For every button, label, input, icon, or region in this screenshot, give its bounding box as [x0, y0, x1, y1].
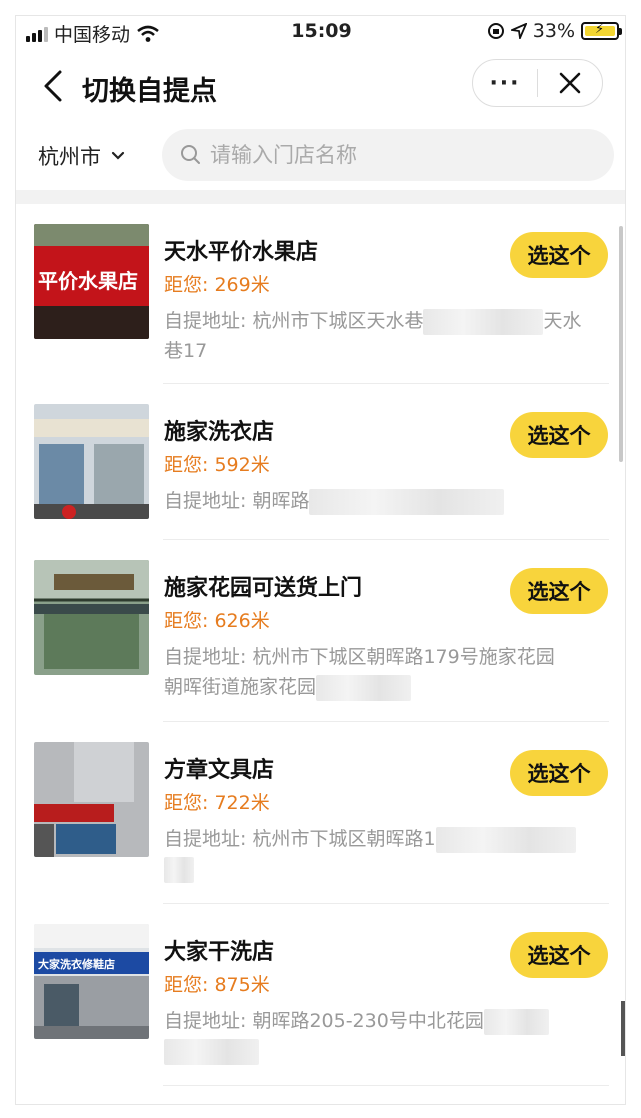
redacted-text [483, 1008, 549, 1035]
store-distance: 距您: 722米 [164, 792, 270, 814]
store-photo: 平价水果店 [34, 224, 149, 339]
select-store-button[interactable]: 选这个 [510, 750, 608, 796]
store-item[interactable]: 方章文具店 距您: 722米 自提地址: 杭州市下城区朝晖路1 选这个 [16, 722, 625, 904]
shop-sign: 平价水果店 [38, 269, 138, 293]
redacted-text [435, 826, 576, 853]
store-distance: 距您: 592米 [164, 454, 270, 476]
battery-icon: ⚡ [581, 22, 622, 40]
search-box [162, 129, 614, 181]
address-text: 自提地址: 朝晖路 [164, 490, 310, 512]
store-distance: 距您: 626米 [164, 610, 270, 632]
address-text: 自提地址: 杭州市下城区天水巷 [164, 310, 424, 332]
nav-bar: 切换自提点 ··· [16, 56, 625, 116]
address-line2: 巷17 [164, 340, 208, 362]
close-icon [559, 72, 581, 94]
address-text: 自提地址: 杭州市下城区朝晖路1 [164, 828, 436, 850]
city-label: 杭州市 [38, 145, 101, 169]
store-list: 平价水果店 天水平价水果店 距您: 269米 自提地址: 杭州市下城区天水巷 天水… [16, 204, 625, 1086]
close-button[interactable] [538, 59, 602, 107]
chevron-down-icon [111, 151, 125, 160]
shop-sign: 大家洗衣修鞋店 [38, 957, 115, 971]
store-name: 大家干洗店 [164, 940, 275, 965]
store-photo [34, 560, 149, 675]
address-tail: 天水 [543, 310, 582, 332]
store-address: 自提地址: 杭州市下城区朝晖路179号施家花园 朝晖街道施家花园 [164, 642, 604, 702]
back-icon[interactable] [36, 66, 76, 106]
store-distance: 距您: 875米 [164, 974, 270, 996]
store-item[interactable]: 平价水果店 天水平价水果店 距您: 269米 自提地址: 杭州市下城区天水巷 天水… [16, 204, 625, 384]
select-store-button[interactable]: 选这个 [510, 232, 608, 278]
store-name: 施家花园可送货上门 [164, 576, 363, 601]
edge-handle [621, 1001, 625, 1056]
store-name: 施家洗衣店 [164, 420, 275, 445]
store-address: 自提地址: 朝晖路 [164, 486, 604, 516]
battery-percent: 33% [532, 20, 575, 42]
address-text: 自提地址: 朝晖路205-230号中北花园 [164, 1010, 484, 1032]
redacted-text [316, 674, 412, 701]
store-address: 自提地址: 杭州市下城区天水巷 天水 巷17 [164, 306, 604, 366]
row-divider [163, 1085, 609, 1086]
store-address: 自提地址: 杭州市下城区朝晖路1 [164, 824, 604, 884]
store-item[interactable]: 大家洗衣修鞋店 大家干洗店 距您: 875米 自提地址: 朝晖路205-230号… [16, 904, 625, 1086]
page-title: 切换自提点 [82, 76, 217, 107]
location-icon [510, 23, 527, 39]
orientation-lock-icon [487, 23, 504, 39]
status-bar: 中国移动 15:09 33% ⚡ [16, 16, 625, 50]
store-item[interactable]: 施家花园可送货上门 距您: 626米 自提地址: 杭州市下城区朝晖路179号施家… [16, 540, 625, 722]
address-line2: 朝晖街道施家花园 [164, 676, 317, 698]
miniprogram-capsule: ··· [472, 59, 603, 107]
select-store-button[interactable]: 选这个 [510, 412, 608, 458]
section-divider [16, 190, 625, 204]
store-name: 方章文具店 [164, 758, 275, 783]
more-button[interactable]: ··· [473, 71, 537, 96]
redacted-text [164, 1038, 259, 1065]
search-input[interactable] [210, 143, 590, 167]
scrollbar[interactable] [619, 226, 623, 462]
store-distance: 距您: 269米 [164, 274, 270, 296]
store-photo [34, 742, 149, 857]
redacted-text [309, 488, 505, 515]
store-address: 自提地址: 朝晖路205-230号中北花园 [164, 1006, 604, 1066]
app-frame: 中国移动 15:09 33% ⚡ 切换自提点 ··· 杭州市 请输入门店名称 平… [15, 15, 626, 1105]
status-right: 33% ⚡ [487, 20, 622, 42]
address-text: 自提地址: 杭州市下城区朝晖路179号施家花园 [164, 646, 555, 668]
city-selector[interactable]: 杭州市 [38, 141, 125, 171]
search-icon [181, 145, 200, 164]
store-item[interactable]: 施家洗衣店 距您: 592米 自提地址: 朝晖路 选这个 [16, 384, 625, 540]
select-store-button[interactable]: 选这个 [510, 932, 608, 978]
redacted-text [164, 856, 194, 883]
store-name: 天水平价水果店 [164, 240, 319, 265]
store-photo: 大家洗衣修鞋店 [34, 924, 149, 1039]
search-row: 杭州市 [16, 129, 625, 183]
select-store-button[interactable]: 选这个 [510, 568, 608, 614]
redacted-text [423, 308, 544, 335]
store-photo [34, 404, 149, 519]
